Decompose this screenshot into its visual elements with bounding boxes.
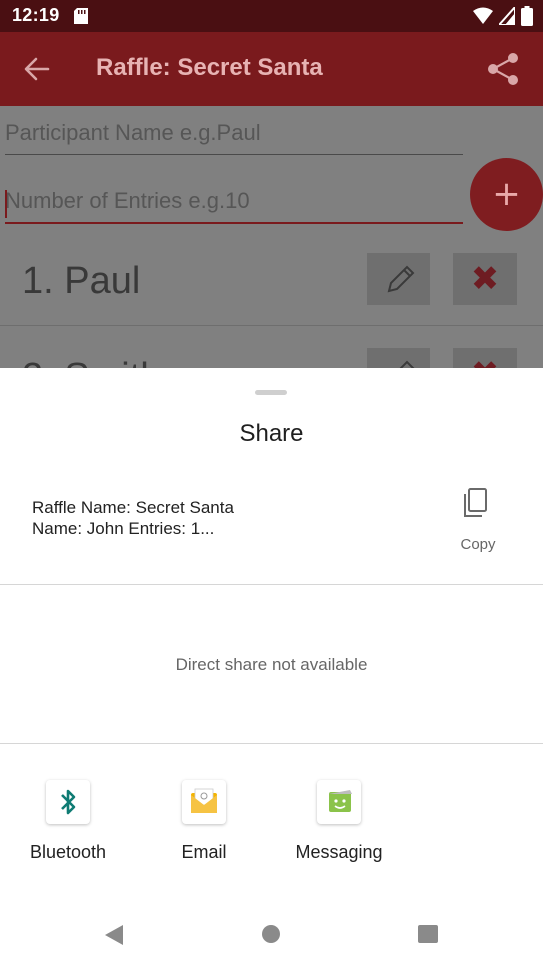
close-icon: ✖ bbox=[470, 259, 500, 299]
sd-card-icon bbox=[74, 8, 88, 24]
navigation-bar bbox=[0, 898, 543, 966]
share-title: Share bbox=[239, 420, 304, 447]
divider bbox=[0, 743, 543, 744]
share-icon[interactable] bbox=[487, 52, 519, 86]
entries-count-input[interactable]: Number of Entries e.g.10 bbox=[5, 188, 463, 224]
participant-row: 1. Paul ✖ bbox=[0, 226, 543, 322]
copy-button[interactable]: Copy bbox=[446, 486, 510, 553]
share-sheet: Share Raffle Name: Secret Santa Name: Jo… bbox=[0, 368, 543, 966]
cell-signal-icon bbox=[499, 7, 515, 25]
bluetooth-icon bbox=[46, 780, 90, 824]
raffle-content: Participant Name e.g.Paul Number of Entr… bbox=[0, 106, 543, 400]
preview-line-1: Raffle Name: Secret Santa bbox=[32, 498, 234, 517]
battery-icon bbox=[521, 6, 533, 26]
nav-home-icon[interactable] bbox=[262, 925, 280, 943]
share-app-email[interactable]: Email bbox=[136, 778, 272, 863]
app-bar: Raffle: Secret Santa bbox=[0, 32, 543, 106]
drag-handle[interactable] bbox=[255, 390, 287, 395]
participant-name-placeholder: Participant Name e.g.Paul bbox=[5, 120, 261, 145]
preview-line-2: Name: John Entries: 1... bbox=[32, 519, 215, 538]
status-bar: 12:19 bbox=[0, 0, 543, 32]
share-app-label: Bluetooth bbox=[29, 842, 107, 862]
text-caret bbox=[5, 190, 7, 218]
divider bbox=[0, 584, 543, 585]
share-app-bluetooth[interactable]: Bluetooth bbox=[0, 778, 136, 863]
copy-label: Copy bbox=[460, 536, 496, 553]
page-title: Raffle: Secret Santa bbox=[96, 54, 323, 81]
arrow-left-icon[interactable] bbox=[24, 56, 50, 82]
add-participant-button[interactable]: + bbox=[470, 158, 543, 231]
share-app-messaging[interactable]: Messaging bbox=[271, 778, 407, 863]
copy-icon bbox=[464, 488, 487, 517]
entries-count-placeholder: Number of Entries e.g.10 bbox=[5, 188, 250, 213]
messaging-icon bbox=[317, 780, 361, 824]
nav-recents-icon[interactable] bbox=[418, 925, 438, 943]
share-app-list: Bluetooth Email Messaging bbox=[0, 778, 543, 888]
pencil-icon bbox=[387, 265, 415, 293]
participant-label: 1. Paul bbox=[22, 260, 141, 302]
delete-button[interactable]: ✖ bbox=[453, 253, 517, 305]
email-icon bbox=[182, 780, 226, 824]
direct-share-text: Direct share not available bbox=[175, 655, 368, 674]
share-app-label: Messaging bbox=[295, 842, 383, 862]
wifi-icon bbox=[473, 7, 493, 24]
edit-button[interactable] bbox=[367, 253, 430, 305]
participant-name-input[interactable]: Participant Name e.g.Paul bbox=[5, 120, 463, 155]
share-preview-text: Raffle Name: Secret Santa Name: John Ent… bbox=[32, 497, 234, 539]
share-app-label: Email bbox=[181, 842, 227, 862]
status-time: 12:19 bbox=[12, 5, 60, 25]
nav-back-icon[interactable] bbox=[104, 924, 124, 946]
